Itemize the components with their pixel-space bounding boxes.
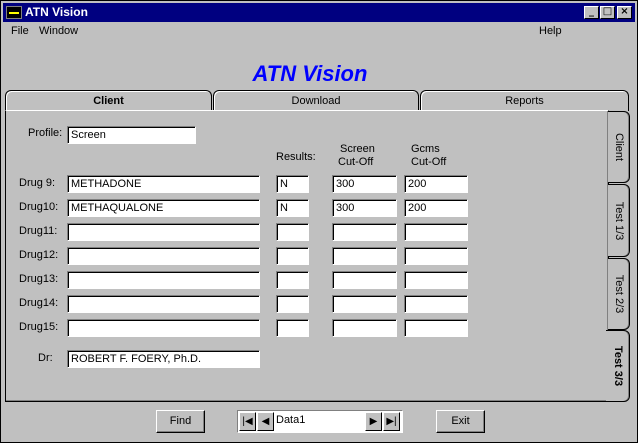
menu-bar: File Window Help xyxy=(3,23,635,41)
app-window: ATN Vision _ □ × File Window Help ATN Vi… xyxy=(0,0,638,443)
prev-record-button[interactable]: ◀ xyxy=(257,412,274,431)
drug-10-gcms-cutoff-field[interactable]: 200 xyxy=(404,199,468,217)
drug-15-label: Drug15: xyxy=(19,321,59,333)
drug-14-screen-cutoff-field[interactable] xyxy=(332,295,397,313)
results-header: Results: xyxy=(276,151,316,163)
menu-help[interactable]: Help xyxy=(539,25,562,37)
next-record-button[interactable]: ▶ xyxy=(365,412,382,431)
side-tab-test-2[interactable]: Test 2/3 xyxy=(608,258,630,330)
title-bar[interactable]: ATN Vision _ □ × xyxy=(3,3,635,22)
drug-14-gcms-cutoff-field[interactable] xyxy=(404,295,468,313)
screen-header-line1: Screen xyxy=(340,143,375,155)
doctor-field[interactable]: ROBERT F. FOERY, Ph.D. xyxy=(67,350,260,368)
drug-13-screen-cutoff-field[interactable] xyxy=(332,271,397,289)
menu-window[interactable]: Window xyxy=(39,25,78,37)
app-icon[interactable] xyxy=(6,6,22,19)
side-tab-client[interactable]: Client xyxy=(608,111,630,183)
profile-label: Profile: xyxy=(28,127,63,139)
gcms-header-line2: Cut-Off xyxy=(411,156,447,168)
exit-button[interactable]: Exit xyxy=(436,410,485,433)
side-tab-test-2-label: Test 2/3 xyxy=(612,274,625,314)
drug-13-name-field[interactable] xyxy=(67,271,260,289)
drug-12-gcms-cutoff-field[interactable] xyxy=(404,247,468,265)
drug-10-screen-cutoff-field[interactable]: 300 xyxy=(332,199,397,217)
drug-11-result-field[interactable] xyxy=(276,223,309,241)
tab-client[interactable]: Client xyxy=(5,90,212,112)
drug-15-name-field[interactable] xyxy=(67,319,260,337)
app-banner: ATN Vision xyxy=(252,61,368,86)
side-tab-test-3[interactable]: Test 3/3 xyxy=(606,330,630,402)
close-button[interactable]: × xyxy=(617,6,632,19)
drug-9-screen-cutoff-field[interactable]: 300 xyxy=(332,175,397,193)
drug-9-label: Drug 9: xyxy=(19,177,56,189)
minimize-button[interactable]: _ xyxy=(584,6,599,19)
drug-15-result-field[interactable] xyxy=(276,319,309,337)
window-title: ATN Vision xyxy=(25,5,88,19)
drug-15-gcms-cutoff-field[interactable] xyxy=(404,319,468,337)
drug-9-result-field[interactable]: N xyxy=(276,175,309,193)
drug-13-gcms-cutoff-field[interactable] xyxy=(404,271,468,289)
side-tab-test-1[interactable]: Test 1/3 xyxy=(608,184,630,257)
drug-11-name-field[interactable] xyxy=(67,223,260,241)
drug-9-gcms-cutoff-field[interactable]: 200 xyxy=(404,175,468,193)
drug-10-result-field[interactable]: N xyxy=(276,199,309,217)
drug-12-result-field[interactable] xyxy=(276,247,309,265)
drug-11-gcms-cutoff-field[interactable] xyxy=(404,223,468,241)
drug-10-name-field[interactable]: METHAQUALONE xyxy=(67,199,260,217)
data-navigator: |◀ ◀ Data1 ▶ ▶| xyxy=(237,410,403,433)
doctor-label: Dr: xyxy=(38,352,53,364)
data-source-name: Data1 xyxy=(276,414,306,426)
drug-12-screen-cutoff-field[interactable] xyxy=(332,247,397,265)
side-tab-client-label: Client xyxy=(612,132,625,162)
drug-13-result-field[interactable] xyxy=(276,271,309,289)
drug-14-result-field[interactable] xyxy=(276,295,309,313)
side-tab-test-3-label: Test 3/3 xyxy=(611,345,624,387)
first-record-button[interactable]: |◀ xyxy=(239,412,256,431)
drug-11-screen-cutoff-field[interactable] xyxy=(332,223,397,241)
screen-header-line2: Cut-Off xyxy=(338,156,374,168)
gcms-header-line1: Gcms xyxy=(411,143,440,155)
drug-14-label: Drug14: xyxy=(19,297,59,309)
tab-reports[interactable]: Reports xyxy=(420,90,629,111)
drug-12-name-field[interactable] xyxy=(67,247,260,265)
last-record-button[interactable]: ▶| xyxy=(383,412,400,431)
maximize-button[interactable]: □ xyxy=(600,6,615,19)
drug-10-label: Drug10: xyxy=(19,201,59,213)
side-tab-test-1-label: Test 1/3 xyxy=(612,201,625,240)
drug-9-name-field[interactable]: METHADONE xyxy=(67,175,260,193)
drug-11-label: Drug11: xyxy=(19,225,58,237)
menu-file[interactable]: File xyxy=(11,25,29,37)
drug-14-name-field[interactable] xyxy=(67,295,260,313)
profile-field[interactable]: Screen xyxy=(67,126,196,144)
tab-download[interactable]: Download xyxy=(213,90,419,111)
find-button[interactable]: Find xyxy=(156,410,205,433)
drug-12-label: Drug12: xyxy=(19,249,59,261)
drug-13-label: Drug13: xyxy=(19,273,59,285)
drug-15-screen-cutoff-field[interactable] xyxy=(332,319,397,337)
